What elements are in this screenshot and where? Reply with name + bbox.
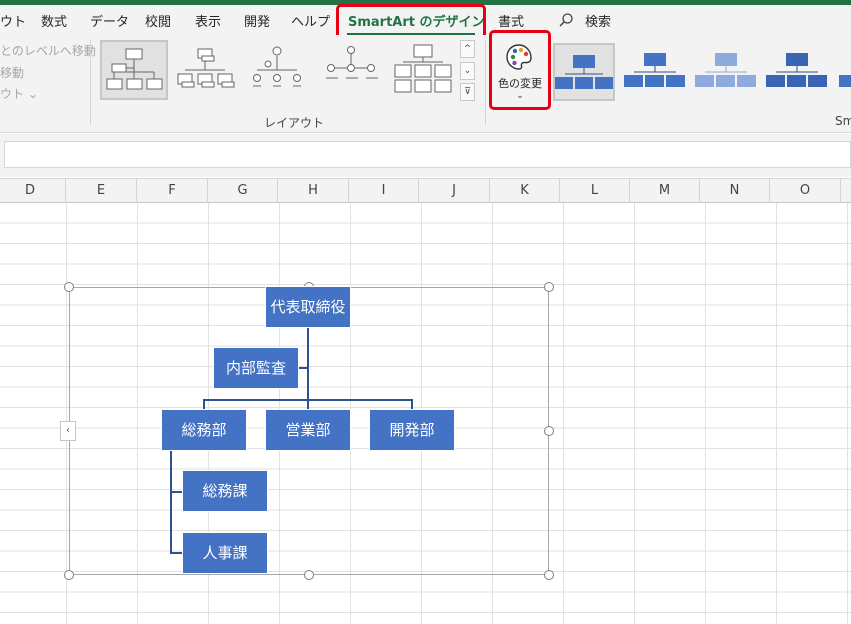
formula-input[interactable] [4,141,851,168]
column-header-d[interactable]: D [0,179,66,203]
resize-handle-top-left[interactable] [64,282,74,292]
org-node-top[interactable]: 代表取締役 [265,286,351,328]
column-header-k[interactable]: K [490,179,560,203]
resize-handle-right[interactable] [544,426,554,436]
resize-handle-top-right[interactable] [544,282,554,292]
tab-view[interactable]: 表示 [195,11,221,30]
gallery-scroll-up-button[interactable]: ^ [460,40,475,58]
column-header-j[interactable]: J [419,179,490,203]
smartart-style-intense-thumb[interactable] [766,43,828,101]
ribbon-panel: とのレベルへ移動 移動 ウト ⌄ ^ ⌄ ⊽ レイアウト 色の変更 ⌄ Sm [0,30,851,133]
tab-format[interactable]: 書式 [498,11,524,30]
layout-circle-picture-hierarchy-thumb[interactable] [244,40,312,100]
column-header-m[interactable]: M [630,179,700,203]
search-box-label[interactable]: 検索 [585,11,611,30]
resize-handle-bottom[interactable] [304,570,314,580]
ribbon-separator [485,40,486,125]
connector-line [170,450,172,553]
layout-group-label: レイアウト [264,116,325,130]
column-header-i[interactable]: I [349,179,419,203]
gallery-more-button[interactable]: ⊽ [460,83,475,101]
org-node-assistant[interactable]: 内部監査 [213,347,299,389]
connector-line [307,328,309,400]
column-header-f[interactable]: F [137,179,208,203]
column-header-h[interactable]: H [278,179,349,203]
smartart-styles-group-label: Sm [835,114,851,128]
layout-dropdown-command[interactable]: ウト ⌄ [0,85,38,102]
layout-org-chart-thumb[interactable] [100,40,168,100]
org-node-sub-unit[interactable]: 総務課 [182,470,268,512]
resize-handle-bottom-left[interactable] [64,570,74,580]
smartart-style-moderate-thumb[interactable] [624,43,686,101]
tab-data[interactable]: データ [90,11,129,30]
layout-hierarchy-list-thumb[interactable] [390,40,458,100]
text-pane-toggle[interactable]: ‹ [60,421,76,441]
change-colors-highlight [489,30,551,110]
tab-help[interactable]: ヘルプ [291,11,330,30]
column-header-l[interactable]: L [560,179,630,203]
ribbon-separator [90,40,91,125]
formula-bar-area [0,134,851,177]
smartart-tab-highlight [336,4,486,39]
connector-line [298,367,308,369]
smartart-style-subtle-thumb[interactable] [695,43,757,101]
move-up-level-command[interactable]: とのレベルへ移動 [0,42,96,59]
org-node-department[interactable]: 総務部 [161,409,247,451]
column-header-e[interactable]: E [66,179,137,203]
move-command[interactable]: 移動 [0,64,24,81]
layout-name-title-org-thumb[interactable] [172,40,240,100]
gallery-scroll-down-button[interactable]: ⌄ [460,62,475,80]
column-header-g[interactable]: G [208,179,278,203]
tab-review[interactable]: 校閲 [145,11,171,30]
org-node-department[interactable]: 開発部 [369,409,455,451]
tab-developer[interactable]: 開発 [244,11,270,30]
smartart-style-simple-thumb[interactable] [553,43,615,101]
smartart-style-partial-thumb[interactable] [836,43,851,101]
column-header-o[interactable]: O [770,179,841,203]
layout-horizontal-hierarchy-thumb[interactable] [318,40,386,100]
column-header-row: D E F G H I J K L M N O [0,178,851,203]
tab-formulas[interactable]: 数式 [41,11,67,30]
org-node-department[interactable]: 営業部 [265,409,351,451]
column-header-n[interactable]: N [700,179,770,203]
resize-handle-bottom-right[interactable] [544,570,554,580]
org-node-sub-unit[interactable]: 人事課 [182,532,268,574]
tab-page-layout[interactable]: ウト [0,11,26,30]
search-icon[interactable] [558,12,574,28]
